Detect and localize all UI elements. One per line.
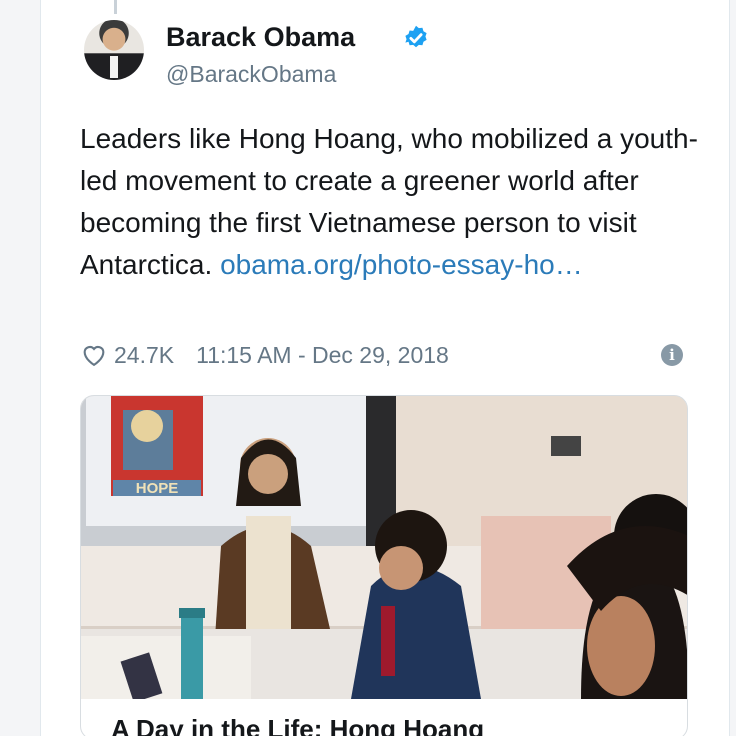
card-photo: HOPE — [81, 396, 687, 699]
timestamp[interactable]: 11:15 AM - Dec 29, 2018 — [196, 342, 449, 369]
heart-icon[interactable] — [80, 341, 108, 369]
tweet-link[interactable]: obama.org/photo-essay-ho… — [220, 249, 583, 280]
tweet-text: Leaders like Hong Hoang, who mobilized a… — [80, 118, 700, 286]
info-icon[interactable]: i — [661, 344, 683, 366]
link-card[interactable]: HOPE A Day in the Life: Hong Hoang — [80, 395, 688, 736]
avatar[interactable] — [84, 20, 144, 80]
poster-text: HOPE — [136, 480, 179, 497]
thread-line — [114, 0, 117, 14]
card-title[interactable]: A Day in the Life: Hong Hoang — [111, 714, 484, 736]
tweet-meta: 24.7K 11:15 AM - Dec 29, 2018 — [80, 340, 449, 370]
like-count[interactable]: 24.7K — [114, 342, 174, 369]
author-handle[interactable]: @BarackObama — [166, 61, 336, 88]
author-name[interactable]: Barack Obama — [166, 22, 355, 53]
verified-badge-icon — [405, 25, 427, 48]
